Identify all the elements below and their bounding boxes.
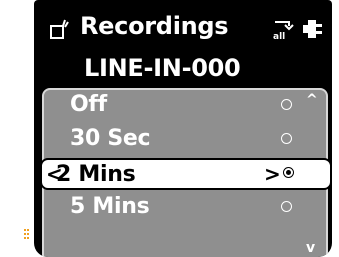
radio-unselected-icon xyxy=(281,201,292,212)
side-marker-icon xyxy=(24,229,29,239)
radio-unselected-icon xyxy=(281,99,292,110)
device-display: Recordings all LINE-IN-000 ^ Off 30 Sec … xyxy=(34,0,332,257)
screen: Recordings all LINE-IN-000 ^ Off 30 Sec … xyxy=(0,0,339,257)
power-plug-icon xyxy=(303,20,322,38)
scroll-down-icon[interactable]: v xyxy=(306,240,315,256)
source-name: LINE-IN-000 xyxy=(84,54,241,82)
list-item-label: 2 Mins xyxy=(56,162,136,187)
usb-icon: all xyxy=(273,21,294,40)
recordings-icon xyxy=(50,19,69,39)
chevron-right-icon: > xyxy=(264,162,281,186)
radio-unselected-icon xyxy=(281,133,292,144)
list-item-label: 30 Sec xyxy=(70,126,151,151)
list-item-off[interactable]: Off xyxy=(44,90,326,122)
list-item-2-mins-selected[interactable]: < 2 Mins > xyxy=(40,158,332,190)
list-item-label: 5 Mins xyxy=(70,194,150,219)
options-list: ^ Off 30 Sec < 2 Mins > 5 Mins v xyxy=(40,88,332,257)
list-item-30-sec[interactable]: 30 Sec xyxy=(44,124,326,156)
radio-selected-icon xyxy=(283,167,294,178)
header: Recordings all xyxy=(34,8,332,48)
list-item-5-mins[interactable]: 5 Mins xyxy=(44,192,326,224)
page-title: Recordings xyxy=(80,12,229,40)
svg-text:all: all xyxy=(273,32,285,40)
list-item-label: Off xyxy=(70,92,107,117)
